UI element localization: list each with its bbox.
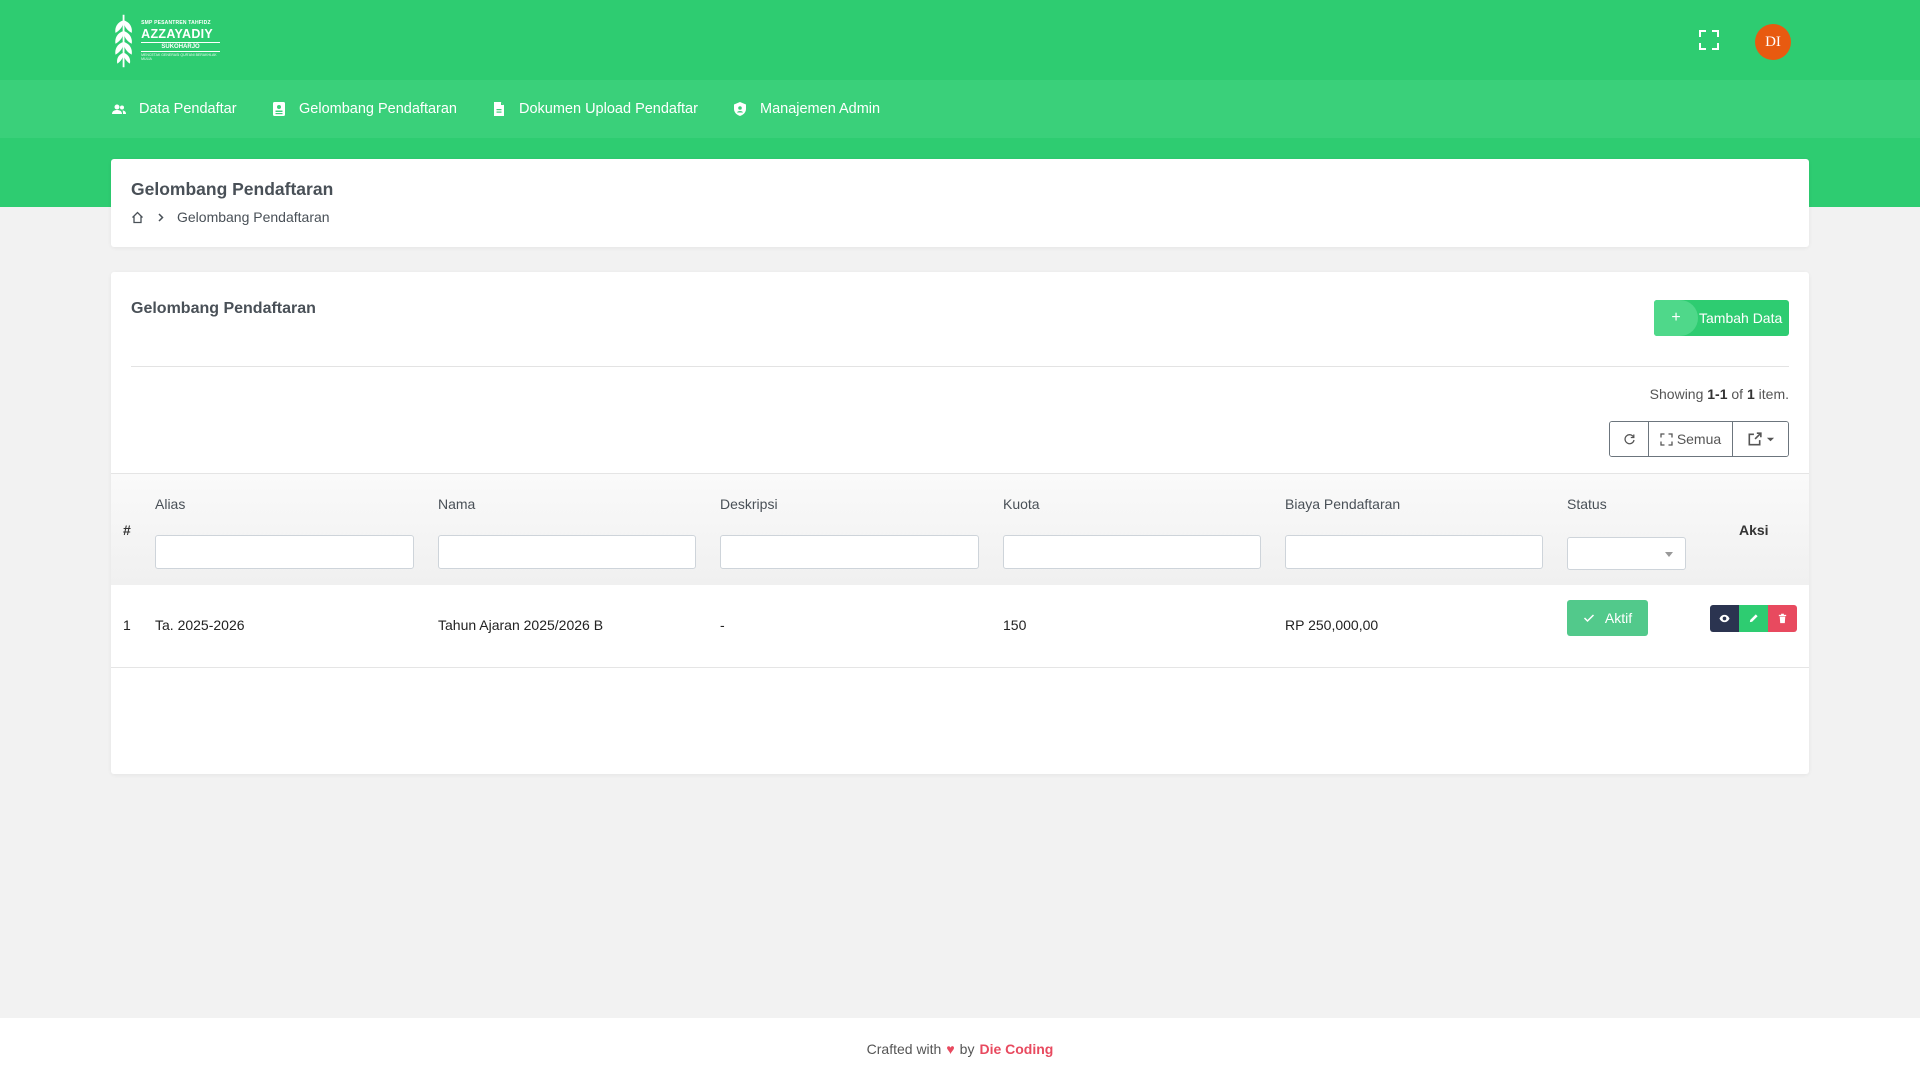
fullscreen-button[interactable] — [1698, 29, 1720, 51]
logo-name: AZZAYADIY — [141, 26, 214, 41]
fullscreen-icon — [1699, 30, 1719, 50]
column-header-number: # — [123, 522, 131, 538]
show-all-button[interactable]: Semua — [1649, 422, 1733, 456]
home-icon[interactable] — [131, 211, 144, 224]
topbar: SMP PESANTREN TAHFIDZ AZZAYADIY SUKOHARJ… — [0, 0, 1920, 80]
nav-label: Data Pendaftar — [139, 101, 237, 117]
logo-tagline: MENCETAK GENERASI QUR'ANI BERAKHLAK MULI… — [141, 53, 217, 61]
filter-deskripsi-input[interactable] — [720, 535, 979, 569]
heart-icon: ♥ — [946, 1041, 955, 1057]
plus-icon: + — [1654, 300, 1698, 336]
chevron-right-icon — [158, 212, 164, 222]
column-header-biaya[interactable]: Biaya Pendaftaran — [1285, 496, 1400, 512]
card-divider — [131, 366, 1789, 367]
cell-number: 1 — [123, 617, 131, 633]
summary-total: 1 — [1746, 386, 1755, 402]
nav-item-data-pendaftar[interactable]: Data Pendaftar — [111, 80, 237, 138]
summary-of: of — [1731, 386, 1744, 402]
expand-icon — [1660, 432, 1673, 446]
user-avatar[interactable]: DI — [1755, 24, 1791, 60]
nav-label: Manajemen Admin — [760, 101, 881, 117]
table-header: # Alias Nama Deskripsi Kuota Biaya Penda… — [111, 473, 1809, 585]
column-header-alias[interactable]: Alias — [155, 496, 185, 512]
logo-city: SUKOHARJO — [141, 42, 220, 53]
nav-label: Gelombang Pendaftaran — [299, 101, 457, 117]
summary-prefix: Showing — [1649, 386, 1704, 402]
column-header-aksi: Aksi — [1739, 522, 1769, 538]
cell-deskripsi: - — [720, 617, 725, 633]
shield-icon — [734, 102, 746, 116]
filter-alias-input[interactable] — [155, 535, 414, 569]
pagination-summary: Showing 1-1 of 1 item. — [1650, 386, 1789, 402]
footer-brand-link[interactable]: Die Coding — [979, 1041, 1053, 1057]
nav-item-dokumen-upload[interactable]: Dokumen Upload Pendaftar — [491, 80, 698, 138]
caret-down-icon — [1766, 437, 1774, 441]
gelombang-card: Gelombang Pendaftaran + Tambah Data Show… — [111, 272, 1809, 774]
cell-alias: Ta. 2025-2026 — [155, 617, 245, 633]
card-title: Gelombang Pendaftaran — [131, 300, 316, 317]
check-icon — [1583, 614, 1594, 623]
cell-biaya: RP 250,000,00 — [1285, 617, 1379, 633]
delete-button[interactable] — [1768, 605, 1797, 632]
logo-small-text: SMP PESANTREN TAHFIDZ — [141, 19, 211, 26]
refresh-icon — [1623, 433, 1635, 444]
users-icon — [112, 104, 126, 114]
edit-button[interactable] — [1739, 605, 1768, 632]
status-label: Aktif — [1604, 610, 1633, 626]
column-header-nama[interactable]: Nama — [438, 496, 475, 512]
column-header-kuota[interactable]: Kuota — [1003, 496, 1040, 512]
external-link-icon — [1748, 431, 1762, 445]
nav-item-gelombang-pendaftaran[interactable]: Gelombang Pendaftaran — [271, 80, 457, 138]
eye-icon — [1719, 614, 1730, 623]
footer: Crafted with ♥ by Die Coding — [0, 1018, 1920, 1080]
column-header-status[interactable]: Status — [1567, 496, 1607, 512]
nav-item-manajemen-admin[interactable]: Manajemen Admin — [732, 80, 880, 138]
filter-biaya-input[interactable] — [1285, 535, 1543, 569]
logo-text: SMP PESANTREN TAHFIDZ AZZAYADIY SUKOHARJ… — [141, 19, 220, 62]
breadcrumb-current: Gelombang Pendaftaran — [177, 209, 330, 225]
nav-label: Dokumen Upload Pendaftar — [519, 101, 698, 117]
cell-nama: Tahun Ajaran 2025/2026 B — [438, 617, 604, 633]
add-data-label: Tambah Data — [1699, 310, 1783, 326]
row-actions — [1710, 605, 1797, 632]
footer-by: by — [959, 1041, 975, 1057]
filter-status-select[interactable] — [1567, 537, 1686, 570]
page-header-card: Gelombang Pendaftaran Gelombang Pendafta… — [111, 159, 1809, 247]
main-navigation: Data Pendaftar Gelombang Pendaftaran Dok… — [0, 80, 1920, 138]
grid-toolbar: Semua — [1609, 421, 1789, 457]
add-data-button[interactable]: + Tambah Data — [1654, 300, 1789, 336]
file-icon — [494, 102, 504, 116]
summary-range: 1-1 — [1707, 386, 1728, 402]
page-title: Gelombang Pendaftaran — [131, 179, 334, 199]
id-card-icon — [273, 102, 285, 116]
refresh-button[interactable] — [1610, 422, 1649, 456]
school-logo[interactable]: SMP PESANTREN TAHFIDZ AZZAYADIY SUKOHARJ… — [110, 10, 220, 72]
breadcrumb: Gelombang Pendaftaran — [131, 209, 330, 225]
wheat-logo-icon — [115, 14, 132, 68]
view-button[interactable] — [1710, 605, 1739, 632]
table-row: 1 Ta. 2025-2026 Tahun Ajaran 2025/2026 B… — [111, 585, 1809, 668]
select-caret-icon — [1665, 552, 1673, 557]
filter-nama-input[interactable] — [438, 535, 696, 569]
footer-prefix: Crafted with — [866, 1041, 942, 1057]
pencil-icon — [1749, 614, 1758, 623]
cell-kuota: 150 — [1003, 617, 1027, 633]
column-header-deskripsi[interactable]: Deskripsi — [720, 496, 778, 512]
status-toggle-button[interactable]: Aktif — [1567, 600, 1648, 636]
export-dropdown-button[interactable] — [1733, 422, 1788, 456]
summary-suffix: item. — [1758, 386, 1789, 402]
filter-kuota-input[interactable] — [1003, 535, 1261, 569]
trash-icon — [1778, 613, 1787, 624]
show-all-label: Semua — [1676, 431, 1722, 447]
